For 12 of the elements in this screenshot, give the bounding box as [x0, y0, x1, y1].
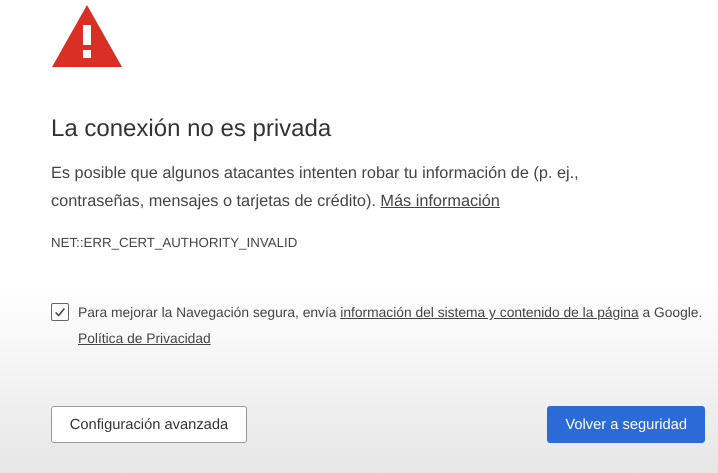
more-info-link[interactable]: Más información [380, 192, 500, 210]
checkmark-icon [53, 305, 67, 319]
page-heading: La conexión no es privada [51, 115, 332, 143]
error-description: Es posible que algunos atacantes intenten robar tu información de (p. ej., contraseñas, mensajes o tarjetas de crédito). Más información [51, 163, 580, 212]
advanced-settings-button[interactable]: Configuración avanzada [51, 406, 247, 443]
checkbox[interactable] [51, 303, 69, 321]
text-link[interactable]: información del sistema y contenido de la página [340, 305, 639, 320]
warning-icon [52, 5, 122, 67]
text-link[interactable]: Política de Privacidad [78, 331, 211, 346]
error-code: NET::ERR_CERT_AUTHORITY_INVALID [51, 235, 298, 250]
checkbox-label: Para mejorar la Navegación segura, envía información del sistema y contenido de la página a Google. Política de Privacidad [78, 304, 704, 348]
back-to-safety-button[interactable]: Volver a seguridad [547, 406, 705, 443]
